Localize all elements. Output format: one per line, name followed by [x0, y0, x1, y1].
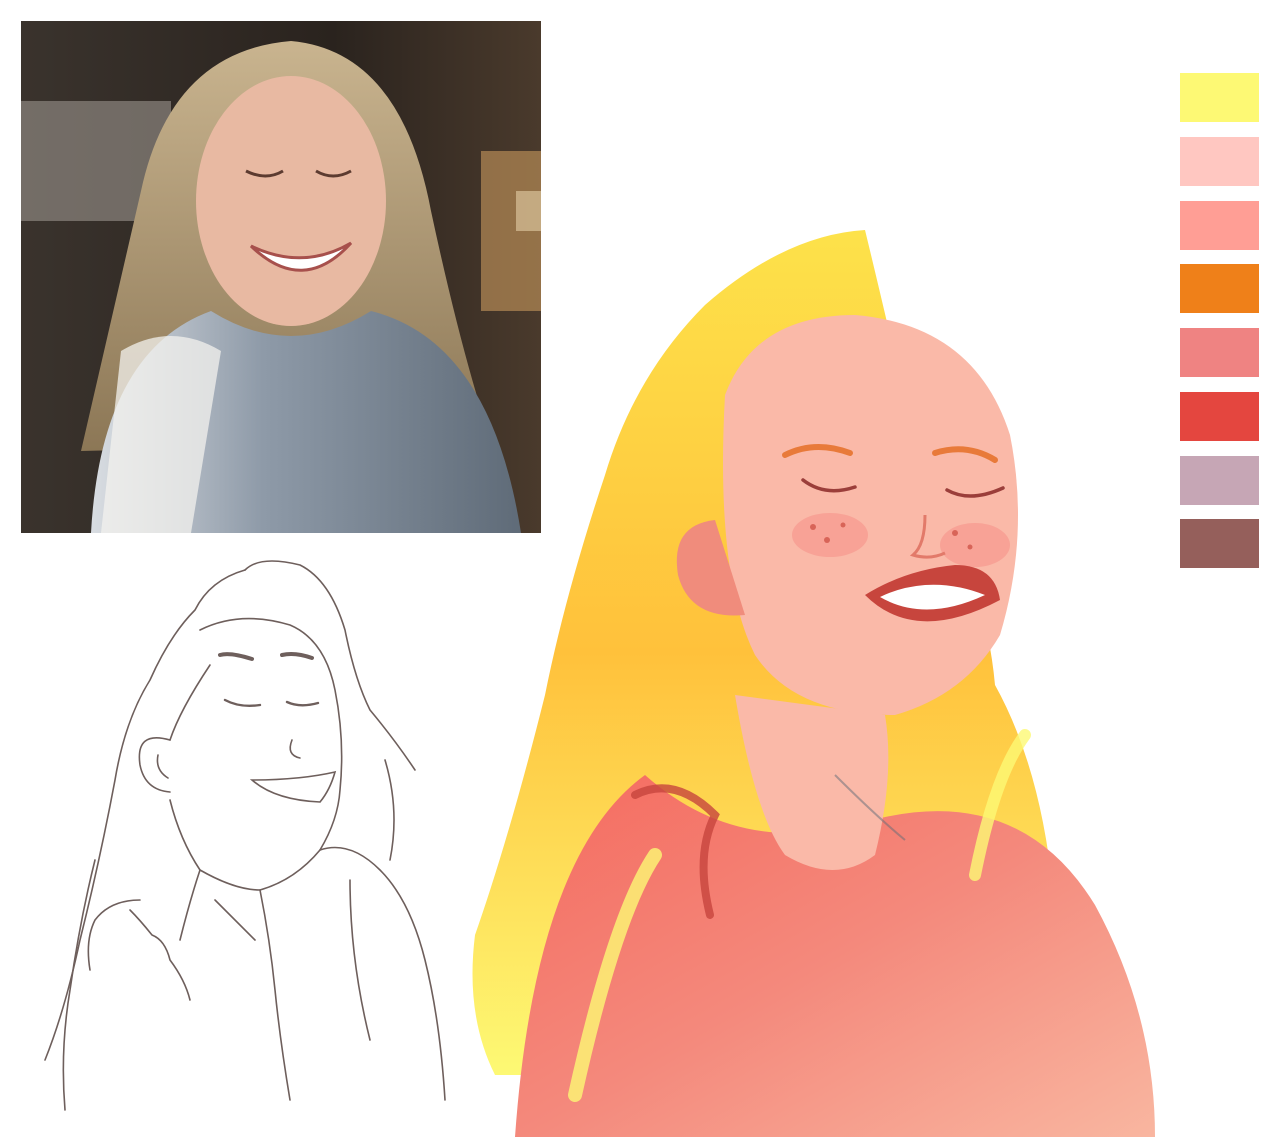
- swatch-mauve: [1180, 456, 1259, 505]
- swatch-red: [1180, 392, 1259, 441]
- color-illustration-graphic: [472, 230, 1155, 1137]
- swatch-brown: [1180, 519, 1259, 568]
- line-sketch: [20, 540, 460, 1120]
- swatch-coral: [1180, 328, 1259, 377]
- swatch-light-pink: [1180, 137, 1259, 186]
- swatch-orange: [1180, 264, 1259, 313]
- line-sketch-graphic: [44, 560, 446, 1111]
- swatch-yellow: [1180, 73, 1259, 122]
- color-illustration: [455, 215, 1170, 1137]
- color-palette: [1180, 73, 1259, 569]
- swatch-salmon: [1180, 201, 1259, 250]
